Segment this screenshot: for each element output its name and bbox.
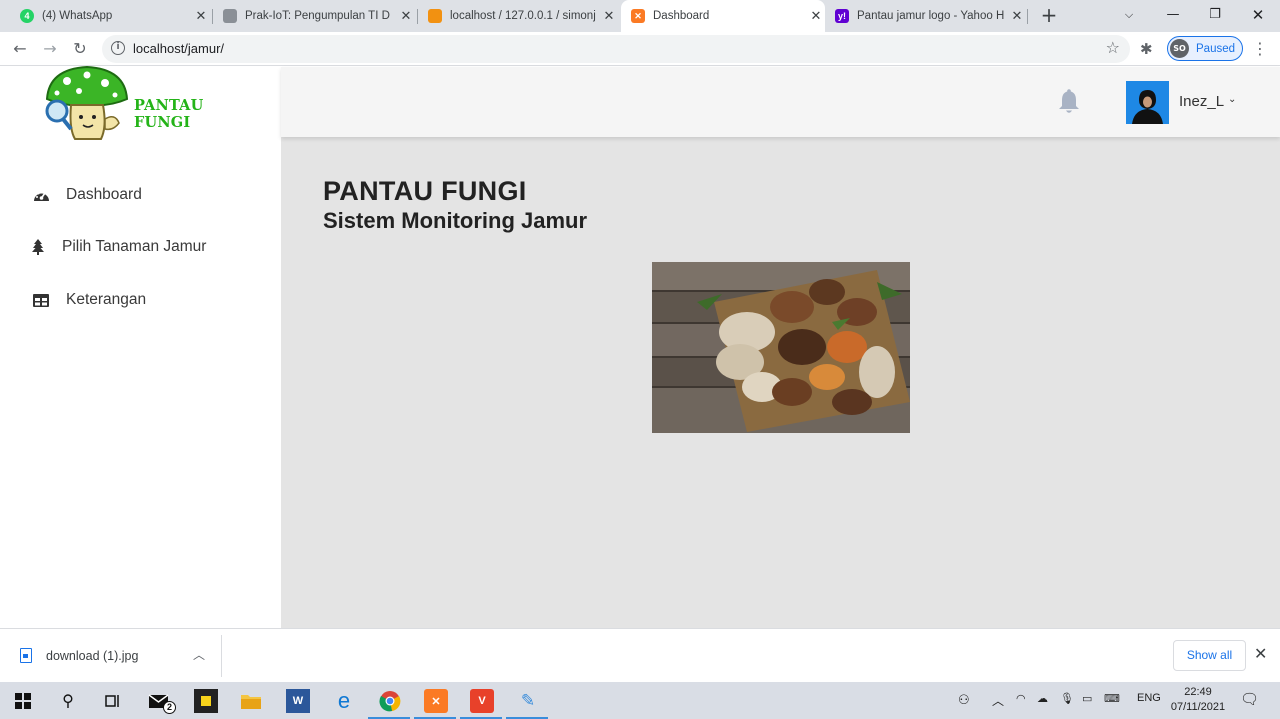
vscode-icon[interactable]: V [470,689,494,713]
brand-name: PANTAU FUNGI [134,97,204,131]
whatsapp-icon: 4 [20,9,34,23]
page-title: PANTAU FUNGI [323,176,527,206]
sidebar: PANTAU FUNGI Dashboard Pilih Tanaman Jam… [0,65,281,628]
close-icon[interactable]: ✕ [1008,8,1026,24]
tab-title: Prak-IoT: Pengumpulan TI D [245,10,390,22]
close-icon[interactable]: ✕ [1254,644,1267,663]
tab-title: Pantau jamur logo - Yahoo H [857,10,1005,22]
people-icon[interactable]: ⚇ [958,692,970,708]
battery-icon[interactable]: ▭ [1082,692,1092,705]
notification-bell-icon[interactable] [1058,89,1080,118]
mail-badge: 2 [163,701,176,714]
microphone-icon[interactable]: 🎙 [1060,692,1074,705]
profile-avatar: SO [1170,39,1189,58]
yahoo-icon: y! [835,9,849,23]
tab-prak-iot[interactable]: Prak-IoT: Pengumpulan TI D ✕ [215,0,415,32]
close-icon[interactable]: ✕ [600,8,618,24]
chrome-icon[interactable] [378,689,402,713]
sidebar-item-label: Dashboard [66,186,142,203]
page-subtitle: Sistem Monitoring Jamur [323,208,588,233]
chevron-up-icon[interactable]: ︿ [992,692,1004,709]
tachometer-icon [32,187,50,203]
tab-dashboard[interactable]: ✕ Dashboard ✕ [621,0,825,32]
mushroom-photo [652,262,910,433]
back-button[interactable]: ← [8,37,32,61]
windows-taskbar: ⚲ 2 W e ✕ V ✎ ⚇ ︿ ◠ ☁ 🎙 ▭ ⌨ ENG 22:49 07… [0,682,1280,719]
language-indicator[interactable]: ENG [1137,692,1161,704]
brand-logo[interactable]: PANTAU FUNGI [33,65,247,140]
download-file-name[interactable]: download (1).jpg [46,649,138,663]
clock-time: 22:49 [1184,686,1212,698]
sidebar-item-label: Keterangan [66,291,147,308]
profile-status: Paused [1196,42,1236,55]
xampp-icon[interactable]: ✕ [424,689,448,713]
tab-yahoo[interactable]: y! Pantau jamur logo - Yahoo H ✕ [826,0,1026,32]
site-info-icon[interactable]: i [111,41,125,55]
tab-phpmyadmin[interactable]: localhost / 127.0.0.1 / simonj ✕ [420,0,618,32]
close-icon[interactable]: ✕ [192,8,210,24]
image-file-icon [20,648,32,663]
show-all-button[interactable]: Show all [1173,640,1246,671]
file-explorer-icon[interactable] [239,689,263,713]
extensions-puzzle-icon[interactable]: ✱ [1140,40,1153,58]
word-icon[interactable]: W [286,689,310,713]
page-content: PANTAU FUNGI Dashboard Pilih Tanaman Jam… [0,65,1280,628]
sidebar-item-label: Pilih Tanaman Jamur [62,238,207,255]
bookmark-star-icon[interactable]: ☆ [1106,38,1120,57]
minimize-button[interactable]: — [1151,0,1195,30]
browser-toolbar: ← → ↻ i localhost/jamur/ ☆ [0,32,1280,66]
tab-title: (4) WhatsApp [42,10,113,22]
reload-button[interactable]: ↻ [68,37,92,61]
restore-button[interactable]: ❐ [1193,0,1237,30]
tree-icon [31,239,45,255]
chevron-up-icon[interactable]: ︿ [193,646,205,663]
xampp-icon: ✕ [631,9,645,23]
cloud-icon[interactable]: ☁ [1037,692,1048,705]
task-view-icon[interactable] [101,689,125,713]
paint-icon[interactable]: ✎ [516,689,540,713]
clock[interactable]: 22:49 07/11/2021 [1170,685,1226,715]
browser-tab-strip: 4 (4) WhatsApp ✕ Prak-IoT: Pengumpulan T… [0,0,1280,32]
url-text[interactable]: localhost/jamur/ [133,41,224,56]
address-bar[interactable]: i localhost/jamur/ ☆ [102,35,1130,63]
phpmyadmin-icon [428,9,442,23]
sidebar-item-keterangan[interactable]: Keterangan [32,289,146,311]
tab-search-chevron-icon[interactable]: ⌵ [1107,0,1151,30]
close-icon[interactable]: ✕ [397,8,415,24]
avatar[interactable] [1126,81,1169,124]
windows-start-icon[interactable] [11,689,35,713]
search-icon[interactable]: ⚲ [56,689,80,713]
window-close-button[interactable]: ✕ [1236,0,1280,30]
clock-date: 07/11/2021 [1170,701,1226,713]
notification-center-icon[interactable]: 🗨 [1240,690,1259,708]
mail-icon[interactable]: 2 [148,689,176,714]
sticky-notes-icon[interactable] [194,689,218,713]
tab-whatsapp[interactable]: 4 (4) WhatsApp ✕ [10,0,210,32]
sidebar-item-dashboard[interactable]: Dashboard [32,184,142,206]
table-icon [32,292,50,308]
profile-button[interactable]: SO Paused [1167,36,1243,61]
document-icon [223,9,237,23]
keyboard-icon[interactable]: ⌨ [1104,692,1120,705]
tab-title: Dashboard [653,10,710,22]
new-tab-button[interactable]: + [1038,4,1060,26]
close-icon[interactable]: ✕ [807,8,825,24]
tab-title: localhost / 127.0.0.1 / simonj [450,10,596,22]
edge-icon[interactable]: e [332,688,356,713]
sidebar-item-pilih-tanaman-jamur[interactable]: Pilih Tanaman Jamur [31,236,206,258]
app-topbar: Inez_L ⌄ [281,67,1280,137]
chevron-down-icon[interactable]: ⌄ [1228,94,1236,105]
wifi-icon[interactable]: ◠ [1016,692,1026,705]
download-bar: download (1).jpg ︿ Show all ✕ [0,628,1280,682]
mushroom-logo-icon [45,65,129,140]
forward-button[interactable]: → [38,37,62,61]
user-name[interactable]: Inez_L [1179,93,1224,110]
browser-menu-icon[interactable]: ⋮ [1252,39,1268,58]
